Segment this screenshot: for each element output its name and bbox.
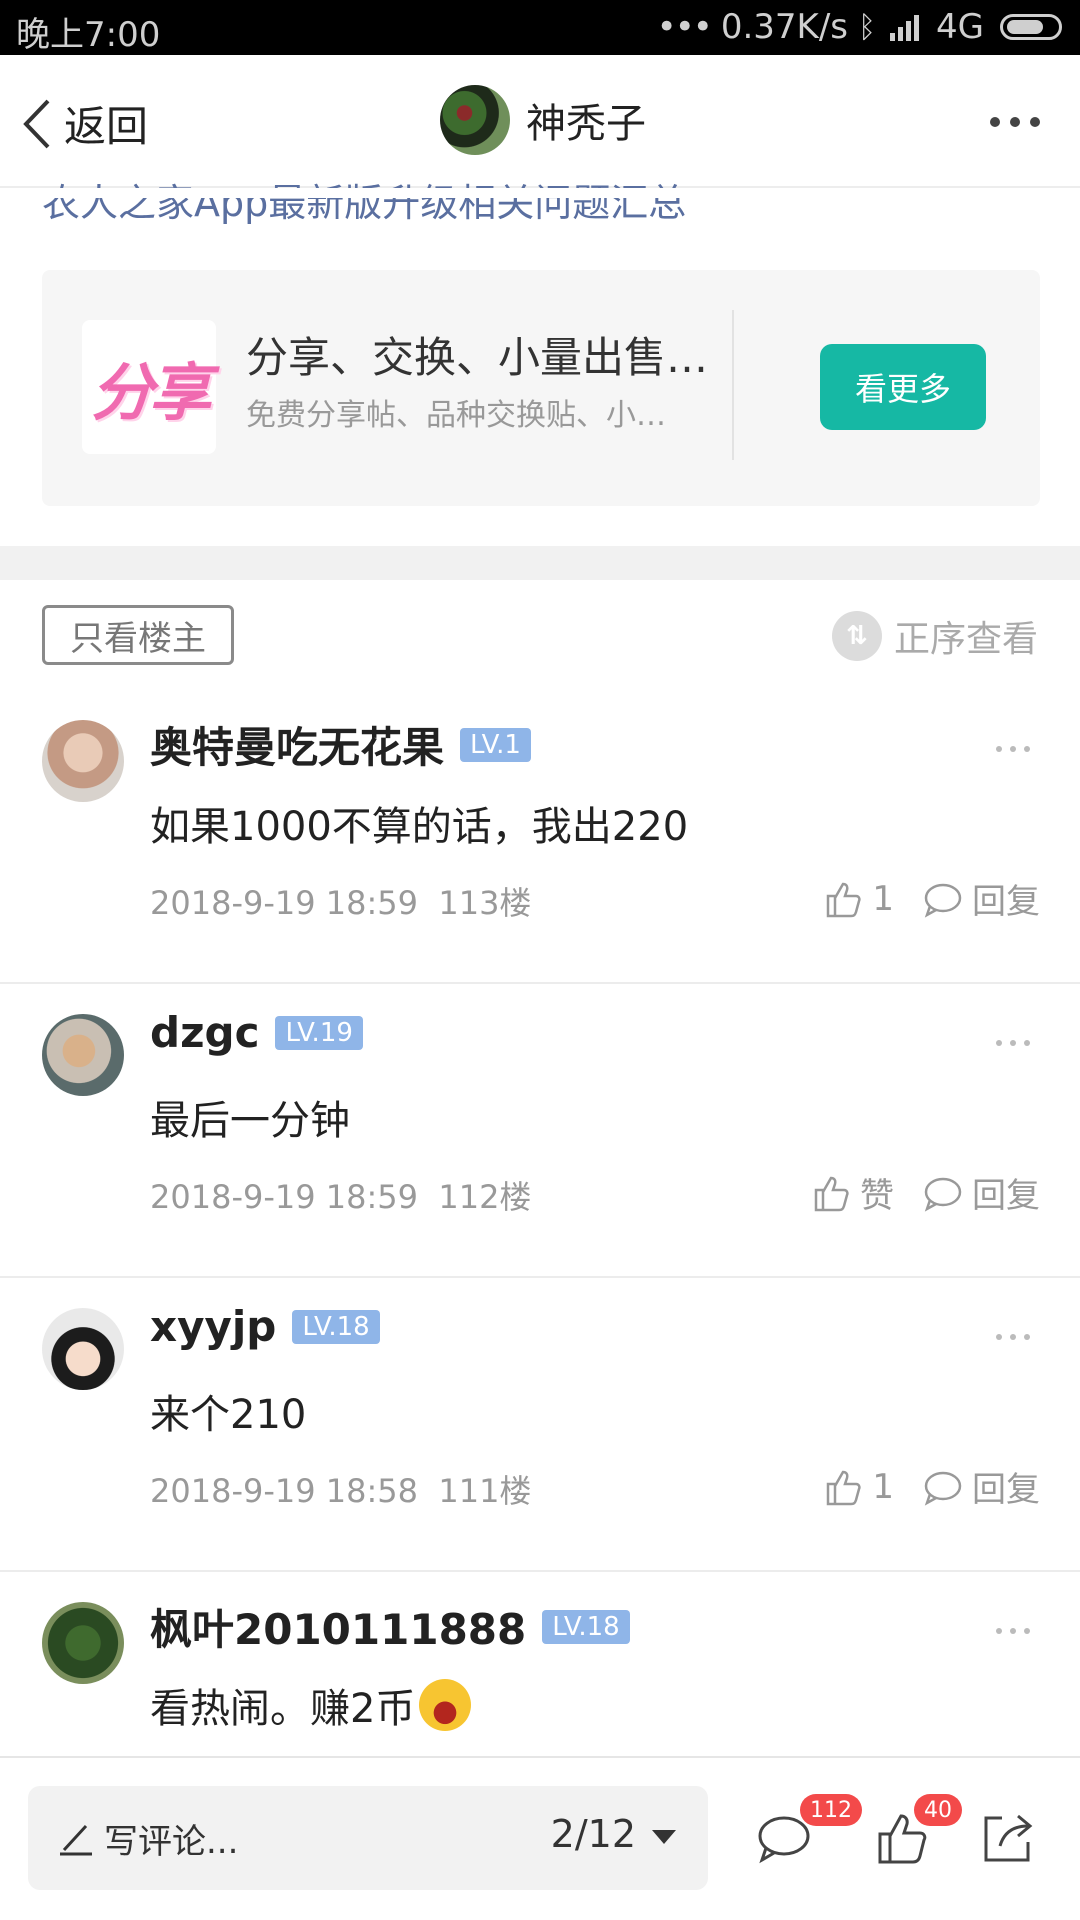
- comment-bubble-icon: [924, 883, 962, 918]
- comment-bubble-icon: [924, 1177, 962, 1212]
- top-nav-bar: 返回 神秃子: [0, 55, 1080, 188]
- promo-logo: 分享: [82, 320, 216, 454]
- status-bar: 晚上7:00 ••• 0.37K/s ᛒ 4G: [0, 0, 1080, 55]
- link-mask: [0, 188, 1080, 198]
- author-name: 神秃子: [526, 101, 646, 147]
- author-avatar[interactable]: [440, 85, 510, 155]
- share-icon[interactable]: [976, 1808, 1036, 1868]
- more-icon[interactable]: [996, 1334, 1030, 1340]
- bottom-bar: 写评论... 2/12 112 40: [0, 1756, 1080, 1920]
- comment-meta: 2018-9-19 18:59 113楼: [150, 884, 532, 922]
- sort-order-button[interactable]: ⇅ 正序查看: [831, 610, 1038, 662]
- bluetooth-icon: ᛒ: [858, 9, 877, 45]
- level-badge: LV.1: [460, 727, 531, 762]
- level-badge: LV.18: [292, 1309, 380, 1344]
- comment-author[interactable]: 奥特曼吃无花果 LV.1: [150, 714, 531, 775]
- status-time: 晚上7:00: [16, 15, 161, 55]
- see-more-button[interactable]: 看更多: [820, 344, 986, 430]
- comment-item: 奥特曼吃无花果 LV.1 如果1000不算的话，我出220 2018-9-19 …: [0, 690, 1080, 984]
- more-icon[interactable]: [996, 746, 1030, 752]
- signal-dots-icon: •••: [656, 7, 713, 47]
- author-info[interactable]: 神秃子: [440, 85, 646, 155]
- like-count-badge: 40: [914, 1794, 962, 1826]
- comment-item: xyyjp LV.18 来个210 2018-9-19 18:58 111楼 1…: [0, 1278, 1080, 1572]
- page-indicator[interactable]: 2/12: [551, 1812, 636, 1856]
- level-badge: LV.19: [275, 1015, 363, 1050]
- thumbs-up-icon: [827, 882, 861, 917]
- comment-count-badge: 112: [800, 1794, 862, 1826]
- network-type: 4G: [936, 7, 984, 47]
- comment-author[interactable]: 枫叶2010111888 LV.18: [150, 1596, 630, 1657]
- reply-button[interactable]: 回复: [922, 874, 1040, 923]
- avatar[interactable]: [42, 1602, 124, 1684]
- laughing-emoji-icon: [419, 1679, 472, 1731]
- comment-actions: 赞 回复: [782, 1168, 1040, 1217]
- more-icon[interactable]: [996, 1040, 1030, 1046]
- promo-title: 分享、交换、小量出售…: [246, 333, 709, 382]
- more-horizontal-icon[interactable]: [990, 117, 1040, 127]
- comment-author[interactable]: dzgc LV.19: [150, 1008, 363, 1057]
- back-button[interactable]: 返回: [22, 93, 148, 154]
- avatar[interactable]: [42, 1014, 124, 1096]
- back-label: 返回: [64, 102, 149, 151]
- more-icon[interactable]: [996, 1628, 1030, 1634]
- avatar[interactable]: [42, 720, 124, 802]
- comment-text: 来个210: [150, 1392, 307, 1438]
- thumbs-up-icon: [827, 1470, 861, 1505]
- comment-actions: 1 回复: [794, 1462, 1040, 1511]
- comment-text: 最后一分钟: [150, 1098, 350, 1144]
- write-comment-input[interactable]: 写评论... 2/12: [28, 1786, 708, 1890]
- like-button[interactable]: 1: [822, 1466, 894, 1508]
- sort-icon: ⇅: [831, 611, 882, 661]
- section-divider: [0, 546, 1080, 580]
- promo-subtitle: 免费分享帖、品种交换贴、小…: [246, 398, 666, 433]
- reply-button[interactable]: 回复: [922, 1462, 1040, 1511]
- comment-meta: 2018-9-19 18:59 112楼: [150, 1178, 532, 1216]
- promo-divider: [732, 310, 734, 460]
- pencil-icon: [60, 1824, 92, 1856]
- only-op-filter-button[interactable]: 只看楼主: [42, 605, 234, 665]
- comment-text: 看热闹。赚2币: [150, 1676, 472, 1734]
- comment-actions: 1 回复: [794, 874, 1040, 923]
- comment-item: dzgc LV.19 最后一分钟 2018-9-19 18:59 112楼 赞 …: [0, 984, 1080, 1278]
- sort-label: 正序查看: [893, 619, 1038, 660]
- level-badge: LV.18: [542, 1609, 630, 1644]
- hd-signal-icon: [890, 15, 920, 41]
- comment-author[interactable]: xyyjp LV.18: [150, 1302, 380, 1351]
- related-link[interactable]: 农人之家App最新版升级相关问题汇总: [42, 172, 686, 227]
- like-button[interactable]: 1: [822, 878, 894, 920]
- comment-bubble-icon: [924, 1471, 962, 1506]
- avatar[interactable]: [42, 1308, 124, 1390]
- promo-card[interactable]: 分享 分享、交换、小量出售… 免费分享帖、品种交换贴、小… 看更多: [42, 270, 1040, 506]
- thumbs-up-icon: [814, 1176, 849, 1211]
- battery-icon: [1000, 14, 1062, 40]
- comment-meta: 2018-9-19 18:58 111楼: [150, 1472, 532, 1510]
- like-button[interactable]: 赞: [810, 1168, 894, 1217]
- chevron-down-icon[interactable]: [652, 1830, 676, 1844]
- write-comment-placeholder: 写评论...: [104, 1822, 239, 1862]
- chevron-left-icon: [23, 99, 50, 148]
- comment-item: 枫叶2010111888 LV.18 看热闹。赚2币: [0, 1572, 1080, 1756]
- comment-text: 如果1000不算的话，我出220: [150, 804, 689, 850]
- network-speed: 0.37K/s: [720, 7, 849, 47]
- reply-button[interactable]: 回复: [922, 1168, 1040, 1217]
- status-right: ••• 0.37K/s ᛒ 4G: [657, 7, 1062, 47]
